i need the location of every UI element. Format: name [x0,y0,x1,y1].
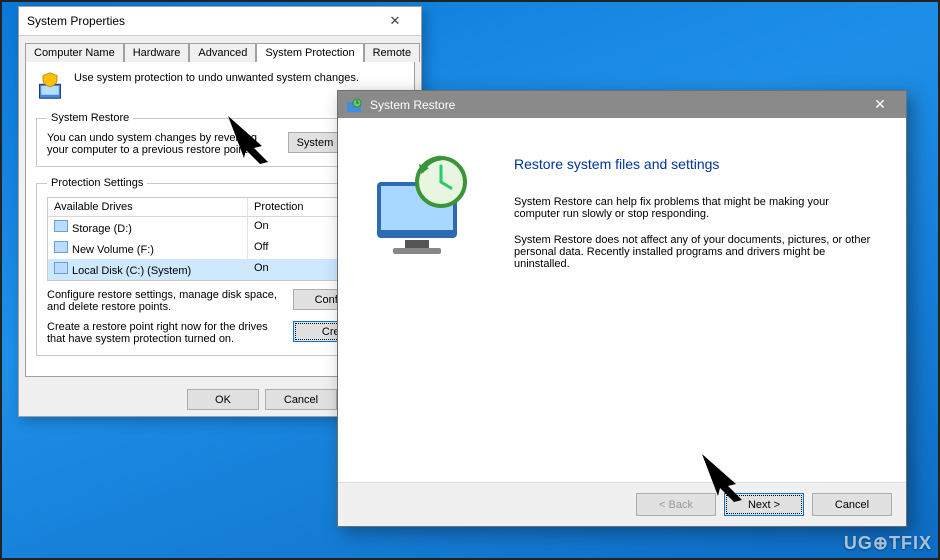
create-text: Create a restore point right now for the… [47,321,283,345]
wizard-body: Restore system files and settings System… [338,118,906,482]
ok-button[interactable]: OK [187,389,259,410]
tab-system-protection[interactable]: System Protection [256,43,363,62]
protection-settings-legend: Protection Settings [47,177,147,189]
drive-icon [54,262,68,274]
restore-icon [346,97,362,113]
configure-text: Configure restore settings, manage disk … [47,289,283,313]
wizard-text-2: System Restore does not affect any of yo… [514,234,874,270]
info-text: Use system protection to undo unwanted s… [74,72,359,84]
system-restore-window: System Restore ✕ Restore system files an… [337,90,907,527]
tab-remote[interactable]: Remote [364,43,421,62]
system-properties-titlebar[interactable]: System Properties ✕ [19,7,421,36]
cancel-button[interactable]: Cancel [265,389,337,410]
wizard-heading: Restore system files and settings [514,156,884,172]
shield-icon [36,72,64,100]
tab-hardware[interactable]: Hardware [124,43,190,62]
system-restore-legend: System Restore [47,112,133,124]
wizard-right-pane: Restore system files and settings System… [508,118,906,482]
wizard-buttons: < Back Next > Cancel [338,482,906,526]
monitor-restore-icon [363,148,483,271]
tab-computer-name[interactable]: Computer Name [25,43,124,62]
close-icon[interactable]: ✕ [862,96,898,113]
system-restore-text: You can undo system changes by reverting… [47,132,278,156]
tab-advanced[interactable]: Advanced [189,43,256,62]
drive-icon [54,220,68,232]
col-available-drives: Available Drives [48,198,248,216]
tabs: Computer Name Hardware Advanced System P… [19,36,421,61]
next-button[interactable]: Next > [724,493,804,516]
drive-icon [54,241,68,253]
system-restore-title: System Restore [370,98,455,112]
close-icon[interactable]: ✕ [377,12,413,30]
cancel-button[interactable]: Cancel [812,493,892,516]
wizard-left-pane [338,118,508,482]
watermark: UG⊕TFIX [844,533,932,554]
wizard-text-1: System Restore can help fix problems tha… [514,196,874,220]
system-restore-titlebar[interactable]: System Restore ✕ [338,91,906,118]
back-button[interactable]: < Back [636,493,716,516]
system-properties-title: System Properties [27,14,125,28]
